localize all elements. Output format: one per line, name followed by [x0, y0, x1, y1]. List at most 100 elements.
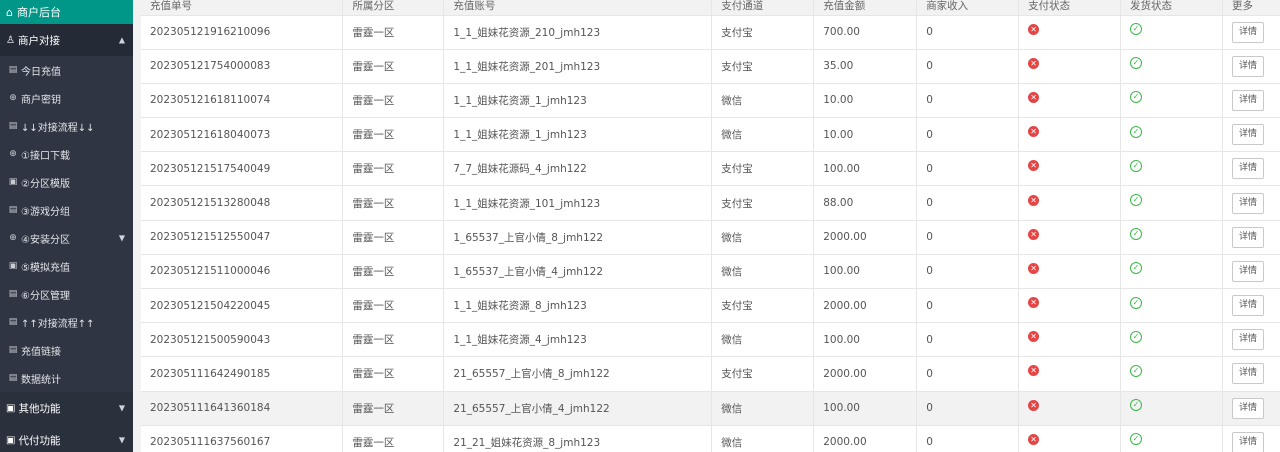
order-cell: 202305121504220045 — [141, 288, 344, 324]
income-cell: 0 — [916, 49, 1020, 84]
nav-group-payout[interactable]: ▣ 代付功能 ▼ — [0, 424, 133, 452]
amount-cell: 100.00 — [813, 151, 918, 187]
check-circle-icon: ✓ — [1130, 364, 1143, 377]
more-cell: 详情 — [1222, 425, 1280, 452]
detail-button[interactable]: 详情 — [1231, 295, 1264, 317]
check-circle-icon: ✓ — [1130, 262, 1143, 275]
nav-group-merchant[interactable]: ♙ 商户对接 ▲ — [0, 24, 133, 56]
nav-group-label: 商户对接 — [17, 34, 60, 47]
pay-status-cell: ✕ — [1018, 391, 1122, 426]
channel-cell: 支付宝 — [711, 49, 815, 84]
income-cell: 0 — [916, 391, 1020, 426]
nav-group-label: 其他功能 — [18, 402, 61, 415]
brand-home-link[interactable]: ⌂ 商户后台 — [0, 0, 133, 24]
order-cell: 202305121754000083 — [141, 49, 344, 84]
template-icon: ▣ — [8, 261, 18, 271]
home-icon: ⌂ — [6, 5, 13, 19]
document-icon: ▤ — [8, 289, 18, 299]
channel-cell: 支付宝 — [711, 356, 815, 392]
table-header-row: 充值单号 所属分区 充值账号 支付通道 充值金额 商家收入 支付状态 发货状态 … — [141, 0, 1280, 16]
more-cell: 详情 — [1222, 254, 1280, 290]
detail-button[interactable]: 详情 — [1231, 158, 1264, 180]
income-cell: 0 — [916, 15, 1020, 50]
error-icon: ✕ — [1028, 91, 1040, 103]
more-cell: 详情 — [1222, 391, 1280, 426]
check-circle-icon: ✓ — [1130, 399, 1143, 412]
sidebar-item[interactable]: ▣ ⑤模拟充值 — [0, 252, 133, 280]
detail-button[interactable]: 详情 — [1231, 260, 1264, 282]
detail-button[interactable]: 详情 — [1231, 21, 1264, 43]
channel-cell: 支付宝 — [711, 185, 815, 221]
more-cell: 详情 — [1222, 288, 1280, 324]
detail-button[interactable]: 详情 — [1231, 124, 1264, 146]
income-cell: 0 — [916, 425, 1020, 452]
account-cell: 21_65557_上官小倩_8_jmh122 — [443, 356, 713, 392]
amount-cell: 2000.00 — [813, 425, 918, 452]
zone-cell: 雷霆一区 — [342, 49, 445, 84]
zone-cell: 雷霆一区 — [342, 117, 445, 153]
nav-group-other[interactable]: ▣ 其他功能 ▼ — [0, 392, 133, 424]
document-icon: ▤ — [8, 65, 18, 75]
table-row: 202305121513280048 雷霆一区 1_1_姐妹花资源_101_jmh1… — [141, 185, 1280, 221]
ship-status-cell: ✓ — [1120, 49, 1223, 84]
sidebar-item[interactable]: ▤ ⑥分区管理 — [0, 280, 133, 308]
detail-button[interactable]: 详情 — [1231, 192, 1264, 214]
error-icon: ✕ — [1028, 262, 1040, 274]
template-icon: ▣ — [6, 402, 16, 414]
order-cell: 202305121500590043 — [141, 322, 344, 358]
channel-cell: 微信 — [711, 83, 815, 119]
amount-cell: 2000.00 — [813, 356, 918, 392]
detail-button[interactable]: 详情 — [1231, 397, 1264, 419]
order-cell: 202305111637560167 — [141, 425, 344, 452]
sidebar-item[interactable]: ⊕ ①接口下载 — [0, 140, 133, 168]
ship-status-cell: ✓ — [1120, 356, 1223, 392]
table-row: 202305111642490185 雷霆一区 21_65557_上官小倩_8_jm… — [141, 356, 1280, 392]
order-cell: 202305121511000046 — [141, 254, 344, 290]
detail-button[interactable]: 详情 — [1231, 329, 1264, 351]
detail-button[interactable]: 详情 — [1231, 89, 1264, 111]
sidebar-item[interactable]: ⊕ ④安装分区 ▼ — [0, 224, 133, 252]
detail-button[interactable]: 详情 — [1231, 363, 1264, 385]
sidebar-item-label: 今日充值 — [21, 66, 61, 78]
detail-button[interactable]: 详情 — [1231, 55, 1264, 77]
detail-button[interactable]: 详情 — [1231, 431, 1264, 452]
header-more: 更多 — [1222, 0, 1280, 16]
income-cell: 0 — [916, 220, 1020, 255]
income-cell: 0 — [916, 185, 1020, 221]
document-icon: ▤ — [8, 121, 18, 131]
sidebar-item-label: ③游戏分组 — [21, 206, 70, 218]
more-cell: 详情 — [1222, 220, 1280, 255]
ship-status-cell: ✓ — [1120, 425, 1223, 452]
error-icon: ✕ — [1028, 365, 1040, 377]
plus-circle-icon: ⊕ — [9, 149, 17, 159]
check-circle-icon: ✓ — [1130, 228, 1143, 241]
table-row: 202305121512550047 雷霆一区 1_65537_上官小倩_8_jmh… — [141, 220, 1280, 255]
check-circle-icon: ✓ — [1130, 23, 1143, 36]
table-row: 202305121618110074 雷霆一区 1_1_姐妹花资源_1_jmh123… — [141, 83, 1280, 119]
sidebar-item[interactable]: ⊕ 商户密钥 — [0, 84, 133, 112]
sidebar-item[interactable]: ▤ 数据统计 — [0, 364, 133, 392]
ship-status-cell: ✓ — [1120, 322, 1223, 358]
check-circle-icon: ✓ — [1130, 91, 1143, 104]
income-cell: 0 — [916, 288, 1020, 324]
sidebar-item[interactable]: ▤ ③游戏分组 — [0, 196, 133, 224]
detail-button[interactable]: 详情 — [1231, 226, 1264, 248]
order-cell: 202305121916210096 — [141, 15, 344, 50]
sidebar-item[interactable]: ▤ 充值链接 — [0, 336, 133, 364]
ship-status-cell: ✓ — [1120, 185, 1223, 221]
sidebar-item[interactable]: ▤ ↓↓对接流程↓↓ — [0, 112, 133, 140]
sidebar-item-label: ↓↓对接流程↓↓ — [21, 122, 95, 134]
sidebar-item[interactable]: ▤ 今日充值 — [0, 56, 133, 84]
account-cell: 21_21_姐妹花资源_8_jmh123 — [443, 425, 713, 452]
more-cell: 详情 — [1222, 322, 1280, 358]
recharge-table: 充值单号 所属分区 充值账号 支付通道 充值金额 商家收入 支付状态 发货状态 … — [141, 0, 1280, 452]
account-cell: 7_7_姐妹花源码_4_jmh122 — [443, 151, 713, 187]
header-income: 商家收入 — [916, 0, 1020, 16]
sidebar-item[interactable]: ▣ ②分区模版 — [0, 168, 133, 196]
income-cell: 0 — [916, 322, 1020, 358]
table-row: 202305121500590043 雷霆一区 1_1_姐妹花资源_4_jmh123… — [141, 322, 1280, 358]
error-icon: ✕ — [1028, 194, 1040, 206]
sidebar-item[interactable]: ▤ ↑↑对接流程↑↑ — [0, 308, 133, 336]
sidebar-item-label: ↑↑对接流程↑↑ — [21, 318, 95, 330]
zone-cell: 雷霆一区 — [342, 391, 445, 426]
